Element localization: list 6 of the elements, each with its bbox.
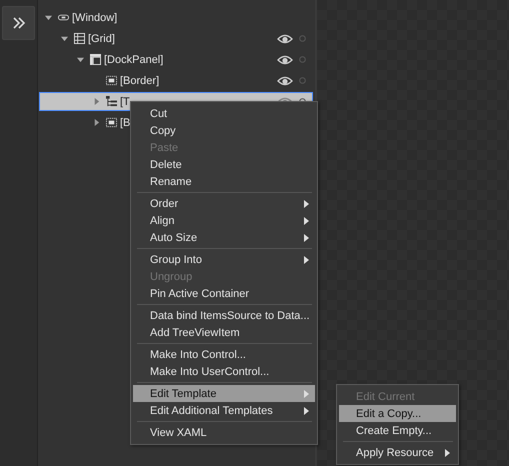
tree-item-label: [DockPanel] (104, 54, 164, 66)
tree-item-label: [Grid] (88, 32, 115, 44)
tree-item-label: [T (120, 96, 130, 108)
tree-item-label: [Border] (120, 74, 160, 86)
tree-item-label: [Window] (72, 12, 118, 24)
tree-item-label: [B (120, 116, 130, 128)
